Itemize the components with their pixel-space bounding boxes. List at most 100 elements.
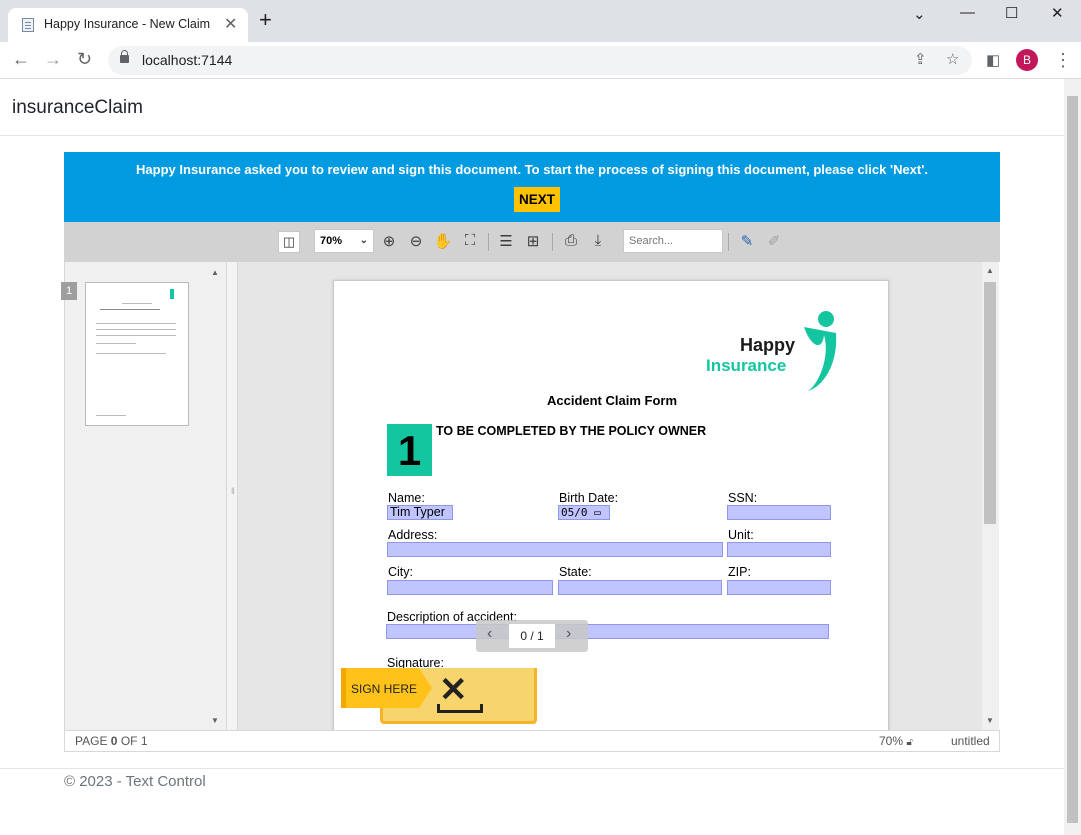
thumbnail-logo-icon (170, 289, 174, 299)
zip-label: ZIP: (728, 565, 751, 579)
document-canvas: Happy Insurance Accident Claim Form 1 TO… (238, 262, 982, 730)
footer-divider (0, 768, 1064, 769)
text-layout-icon[interactable]: ☰ (496, 232, 516, 250)
search-input[interactable] (623, 229, 723, 253)
browser-tab-strip: Happy Insurance - New Claim ✕ + ⌄ — ☐ ✕ (0, 0, 1081, 42)
birth-date-value: 05/0 (561, 506, 588, 519)
zip-field[interactable] (727, 580, 831, 595)
thumbnail-page-number: 1 (61, 282, 77, 300)
browser-tab[interactable]: Happy Insurance - New Claim ✕ (8, 8, 248, 42)
scroll-down-arrow-icon[interactable]: ▼ (986, 716, 994, 725)
toolbar-separator (552, 233, 553, 251)
section-number: 1 (387, 424, 432, 476)
next-button[interactable]: NEXT (514, 187, 560, 212)
signing-banner: Happy Insurance asked you to review and … (64, 152, 1000, 222)
toolbar-separator (728, 233, 729, 251)
chevron-down-icon: ⌄ (359, 235, 368, 246)
unit-field[interactable] (727, 542, 831, 557)
close-window-button[interactable]: ✕ (1051, 4, 1064, 22)
panel-splitter[interactable]: ‖ (226, 262, 238, 730)
document-scrollbar-thumb[interactable] (984, 282, 996, 524)
new-tab-button[interactable]: + (259, 9, 272, 31)
fullscreen-icon[interactable]: ⛶ (460, 232, 480, 249)
scroll-up-arrow-icon[interactable]: ▲ (986, 266, 994, 275)
page-scrollbar-thumb[interactable] (1067, 96, 1078, 823)
next-page-icon[interactable]: › (566, 625, 571, 643)
page-scrollbar[interactable] (1064, 79, 1081, 835)
edit-form-icon[interactable]: ✐ (764, 232, 784, 250)
toggle-sidebar-icon[interactable]: ◫ (278, 231, 300, 253)
share-icon[interactable]: ⇪ (914, 50, 927, 68)
header-divider (0, 135, 1064, 136)
scroll-up-arrow-icon[interactable]: ▲ (211, 268, 219, 277)
tab-title: Happy Insurance - New Claim (44, 17, 211, 31)
birth-date-field[interactable]: 05/0 ▭ (558, 505, 610, 520)
zoom-out-icon[interactable]: ⊖ (406, 232, 426, 250)
state-field[interactable] (558, 580, 722, 595)
happy-insurance-logo-icon (804, 311, 837, 391)
status-zoom: 70% 🔓︎ (879, 734, 913, 748)
description-field[interactable] (386, 624, 829, 639)
previous-page-icon[interactable]: ‹ (487, 625, 492, 643)
city-field[interactable] (387, 580, 553, 595)
pan-hand-icon[interactable]: ✋ (433, 232, 453, 250)
birth-date-label: Birth Date: (559, 491, 619, 505)
download-icon[interactable]: ⤓ (588, 232, 608, 249)
address-field[interactable] (387, 542, 723, 557)
brand-title[interactable]: insuranceClaim (12, 97, 143, 119)
sign-here-label: SIGN HERE (351, 682, 418, 696)
minimize-button[interactable]: — (960, 4, 975, 21)
form-title: Accident Claim Form (546, 393, 678, 408)
url-text[interactable]: localhost:7144 (142, 52, 232, 68)
address-label: Address: (388, 528, 438, 542)
unit-label: Unit: (728, 528, 754, 542)
lock-icon[interactable] (120, 50, 129, 63)
signature-pen-icon[interactable]: ✎ (737, 232, 757, 250)
toolbar-separator (488, 233, 489, 251)
maximize-button[interactable]: ☐ (1005, 4, 1018, 22)
tab-close-icon[interactable]: ✕ (224, 14, 237, 34)
name-label: Name: (388, 491, 425, 505)
page-status: PAGE 0 OF 1 (75, 734, 148, 748)
viewer-toolbar: ◫ 70% ⌄ ⊕ ⊖ ✋ ⛶ ☰ ⊞ ⎙ ⤓ ✎ ✐ (64, 222, 1000, 262)
zoom-value: 70% (320, 235, 343, 247)
document-name: untitled (951, 734, 990, 748)
sign-here-widget[interactable]: ✕ SIGN HERE (341, 668, 537, 724)
profile-avatar[interactable]: B (1016, 49, 1038, 71)
city-label: City: (388, 565, 413, 579)
sign-here-tag[interactable]: SIGN HERE (341, 668, 432, 708)
grid-view-icon[interactable]: ⊞ (523, 232, 543, 250)
sidepanel-icon[interactable]: ◧ (986, 51, 1000, 69)
zoom-select[interactable]: 70% ⌄ (314, 229, 374, 253)
address-bar[interactable]: localhost:7144 ⇪ ☆ (108, 46, 972, 75)
document-scrollbar[interactable]: ▲ ▼ (982, 262, 999, 730)
splitter-grip-icon: ‖ (231, 486, 235, 496)
signature-line-icon (437, 704, 483, 713)
ssn-field[interactable] (727, 505, 831, 520)
zoom-in-icon[interactable]: ⊕ (379, 232, 399, 250)
section-title: TO BE COMPLETED BY THE POLICY OWNER (436, 424, 707, 438)
browser-toolbar: ← → ↻ localhost:7144 ⇪ ☆ ◧ B ⋮ (0, 42, 1081, 79)
page-counter[interactable]: 0 / 1 (509, 624, 555, 648)
document-favicon-icon (22, 18, 34, 32)
viewer-statusbar: PAGE 0 OF 1 70% 🔓︎ untitled (64, 730, 1000, 752)
name-field[interactable]: Tim Typer (387, 505, 453, 520)
calendar-icon[interactable]: ▭ (588, 506, 601, 519)
forward-icon[interactable]: → (44, 49, 62, 70)
page-thumbnail[interactable] (85, 282, 189, 426)
banner-message: Happy Insurance asked you to review and … (136, 162, 928, 177)
state-label: State: (559, 565, 592, 579)
scroll-down-arrow-icon[interactable]: ▼ (211, 716, 219, 725)
logo-text-insurance: Insurance (706, 356, 787, 375)
page-navigator: ‹ 0 / 1 › (476, 620, 588, 652)
tab-search-chevron-icon[interactable]: ⌄ (913, 5, 926, 23)
menu-icon[interactable]: ⋮ (1054, 50, 1072, 71)
back-icon[interactable]: ← (12, 49, 30, 70)
ssn-label: SSN: (728, 491, 758, 505)
footer-text: © 2023 - Text Control (64, 773, 206, 790)
unlock-icon[interactable]: 🔓︎ (906, 737, 912, 748)
reload-icon[interactable]: ↻ (77, 49, 92, 70)
print-icon[interactable]: ⎙ (561, 232, 581, 249)
star-icon[interactable]: ☆ (946, 50, 959, 68)
document-page: Happy Insurance Accident Claim Form 1 TO… (333, 280, 889, 730)
